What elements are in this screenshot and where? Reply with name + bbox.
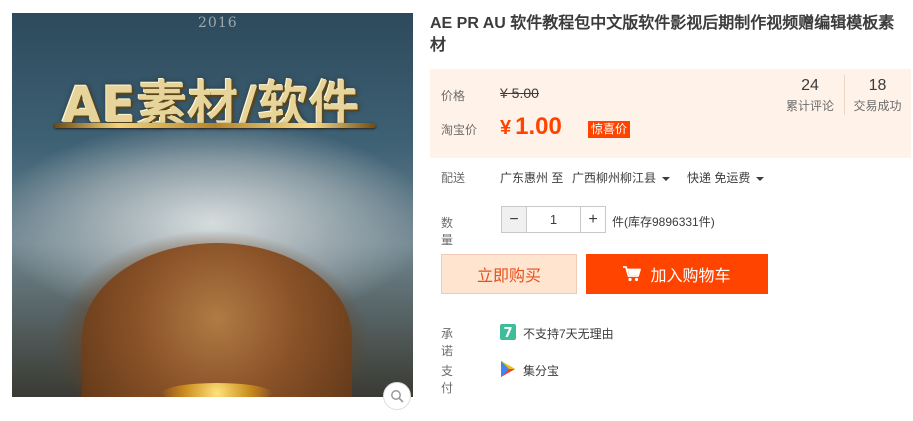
price-label: 价格 [441, 89, 466, 103]
golden-staff-graphic [54, 123, 376, 128]
original-price: ¥ 5.00 [500, 85, 539, 101]
delivery-destination: 广西柳州柳江县 [572, 171, 657, 185]
promise-text: 不支持7天无理由 [523, 327, 614, 341]
delivery-method-select[interactable]: 快递 免运费 [687, 169, 765, 186]
product-image[interactable]: 2016 AE素材/软件 [12, 13, 413, 397]
review-stat[interactable]: 24 累计评论 [777, 75, 843, 115]
zoom-icon[interactable] [383, 382, 411, 410]
buy-now-button[interactable]: 立即购买 [441, 254, 577, 294]
quantity-label: 数量 [441, 216, 454, 247]
review-label: 累计评论 [785, 99, 834, 113]
cart-icon [623, 266, 642, 282]
quantity-input[interactable]: 1 [527, 206, 580, 233]
delivery-label: 配送 [441, 171, 466, 185]
delivery-method: 快递 免运费 [687, 171, 751, 185]
cover-year-text: 2016 [198, 15, 238, 31]
sales-label: 交易成功 [853, 99, 902, 113]
currency-symbol: ¥ [500, 117, 512, 139]
current-price: ¥1.00 [500, 113, 562, 141]
current-price-value: 1.00 [515, 113, 562, 140]
sales-stat: 18 交易成功 [844, 75, 910, 115]
seven-day-icon: 7 [500, 324, 516, 340]
payment-text: 集分宝 [523, 364, 560, 378]
payment-label: 支付 [441, 364, 454, 395]
quantity-stepper: − 1 + [501, 206, 606, 233]
delivery-row: 配送 广东惠州 至 广西柳州柳江县 快递 免运费 [441, 169, 765, 186]
add-to-cart-label: 加入购物车 [650, 268, 731, 285]
delivery-destination-select[interactable]: 广西柳州柳江县 [572, 169, 671, 186]
quantity-increase-button[interactable]: + [580, 206, 606, 233]
chevron-down-icon [662, 176, 671, 181]
taobao-price-label: 淘宝价 [441, 123, 478, 137]
delivery-from: 广东惠州 至 [500, 171, 564, 185]
monkey-head-graphic [82, 243, 352, 397]
product-title: AE PR AU 软件教程包中文版软件影视后期制作视频赠编辑模板素材 [430, 15, 895, 54]
promo-badge: 惊喜价 [588, 121, 631, 138]
stock-text: 件(库存9896331件) [612, 215, 715, 229]
crown-glow-graphic [162, 383, 272, 397]
jifenbao-icon [501, 361, 515, 377]
add-to-cart-button[interactable]: 加入购物车 [586, 254, 768, 294]
quantity-decrease-button[interactable]: − [501, 206, 527, 233]
price-panel: 价格 ¥ 5.00 淘宝价 ¥1.00 惊喜价 24 累计评论 18 交易成功 [430, 69, 911, 158]
sales-count: 18 [868, 77, 887, 94]
review-count: 24 [801, 77, 819, 94]
chevron-down-icon [756, 176, 765, 181]
seven-day-icon-text: 7 [503, 326, 512, 340]
promise-label: 承诺 [441, 327, 454, 358]
